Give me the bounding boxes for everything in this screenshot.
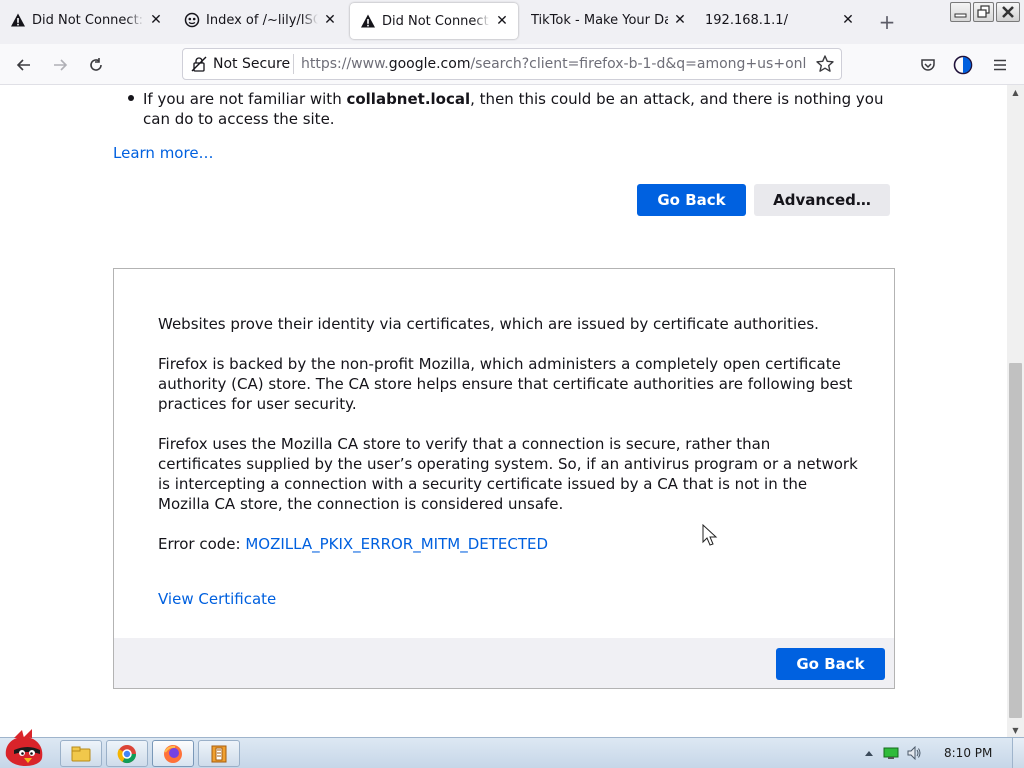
minimize-button[interactable] — [950, 2, 971, 22]
learn-more-link[interactable]: Learn more… — [113, 144, 214, 162]
forward-arrow-icon — [54, 59, 68, 71]
tab-title: Did Not Connect: Pote — [382, 13, 490, 29]
close-icon[interactable]: ✕ — [148, 12, 164, 28]
page-content: If you are not familiar with collabnet.l… — [0, 85, 1007, 737]
taskbar-chrome[interactable] — [106, 740, 148, 767]
new-tab-button[interactable]: + — [876, 10, 898, 34]
go-back-footer-button[interactable]: Go Back — [776, 648, 885, 680]
url-separator — [293, 54, 294, 74]
tab-did-not-connect-1[interactable]: Did Not Connect: Pote ✕ — [0, 0, 172, 40]
volume-icon[interactable] — [906, 746, 922, 760]
advanced-panel: Websites prove their identity via certif… — [113, 268, 895, 689]
tab-router[interactable]: 192.168.1.1/ ✕ — [696, 0, 864, 40]
tab-title: Index of /~lily/ISOs/ — [206, 12, 318, 28]
warning-icon — [360, 13, 376, 29]
scroll-down-arrow-icon[interactable]: ▼ — [1010, 725, 1021, 735]
view-certificate-link[interactable]: View Certificate — [158, 590, 276, 608]
url-text[interactable]: https://www.google.com/search?client=fir… — [301, 56, 807, 72]
account-icon — [953, 55, 973, 75]
restore-button[interactable] — [973, 2, 994, 22]
adv-paragraph-1: Websites prove their identity via certif… — [158, 315, 819, 333]
vertical-scrollbar[interactable]: ▲ ▼ — [1007, 85, 1024, 737]
taskbar: 8:10 PM — [0, 729, 1024, 768]
url-bar[interactable]: Not Secure https://www.google.com/search… — [182, 48, 842, 80]
account-button[interactable] — [950, 52, 976, 78]
index-icon — [184, 12, 200, 28]
network-icon[interactable] — [883, 746, 899, 760]
error-code-line: Error code: MOZILLA_PKIX_ERROR_MITM_DETE… — [158, 534, 858, 554]
show-hidden-icons-icon[interactable] — [861, 746, 877, 760]
menu-button[interactable] — [987, 52, 1013, 78]
reload-icon — [90, 58, 102, 71]
tab-did-not-connect-active[interactable]: Did Not Connect: Pote ✕ — [350, 3, 518, 39]
taskbar-explorer[interactable] — [60, 740, 102, 767]
scroll-up-arrow-icon[interactable]: ▲ — [1010, 87, 1021, 97]
firefox-icon — [164, 744, 182, 763]
folder-icon — [71, 746, 91, 761]
host-name: collabnet.local — [346, 90, 471, 108]
show-desktop-button[interactable] — [1012, 738, 1024, 768]
close-icon[interactable]: ✕ — [322, 12, 338, 28]
close-window-button[interactable] — [996, 2, 1020, 22]
navigation-toolbar: Not Secure https://www.google.com/search… — [0, 44, 1024, 85]
bookmark-star-icon[interactable] — [815, 54, 835, 74]
url-host: google.com — [388, 56, 471, 72]
mouse-cursor-icon — [702, 524, 718, 546]
bullet-pre: If you are not familiar with — [143, 90, 347, 108]
pocket-button[interactable] — [915, 52, 941, 78]
go-back-button[interactable]: Go Back — [637, 184, 746, 216]
pocket-icon — [921, 59, 935, 71]
forward-button[interactable] — [47, 52, 73, 78]
back-arrow-icon — [16, 59, 30, 71]
tab-title: TikTok - Make Your Day — [531, 12, 668, 28]
advanced-panel-footer: Go Back — [114, 638, 894, 688]
advanced-button[interactable]: Advanced… — [754, 184, 890, 216]
tab-title: Did Not Connect: Pote — [32, 12, 144, 28]
taskbar-app[interactable] — [198, 740, 240, 767]
tab-title: 192.168.1.1/ — [705, 12, 788, 28]
close-icon[interactable]: ✕ — [672, 12, 688, 28]
chrome-icon — [117, 744, 136, 763]
error-code-label: Error code: — [158, 535, 246, 553]
error-code-link[interactable]: MOZILLA_PKIX_ERROR_MITM_DETECTED — [245, 535, 548, 553]
tab-index-of-isos[interactable]: Index of /~lily/ISOs/ ✕ — [174, 0, 346, 40]
not-secure-label[interactable]: Not Secure — [213, 56, 290, 72]
reload-button[interactable] — [83, 52, 109, 78]
tab-tiktok[interactable]: TikTok - Make Your Day ✕ — [520, 0, 696, 40]
insecure-lock-icon[interactable] — [191, 56, 207, 72]
taskbar-clock[interactable]: 8:10 PM — [944, 746, 992, 760]
close-icon[interactable]: ✕ — [840, 12, 856, 28]
warning-icon — [10, 12, 26, 28]
bullet-text: If you are not familiar with collabnet.l… — [143, 89, 903, 129]
tab-bar: Did Not Connect: Pote ✕ Index of /~lily/… — [0, 0, 1024, 44]
back-button[interactable] — [11, 52, 37, 78]
url-prefix: https://www. — [301, 56, 389, 72]
bullet — [128, 95, 134, 101]
archive-app-icon — [211, 745, 227, 762]
taskbar-firefox[interactable] — [152, 740, 194, 767]
close-icon[interactable]: ✕ — [494, 13, 510, 29]
start-button-icon[interactable] — [0, 726, 56, 768]
adv-paragraph-2: Firefox is backed by the non-profit Mozi… — [158, 355, 853, 413]
scroll-thumb[interactable] — [1009, 363, 1022, 718]
url-rest: /search?client=firefox-b-1-d&q=among+us+… — [470, 56, 807, 72]
adv-paragraph-3: Firefox uses the Mozilla CA store to ver… — [158, 435, 858, 513]
hamburger-menu-icon — [994, 59, 1006, 71]
